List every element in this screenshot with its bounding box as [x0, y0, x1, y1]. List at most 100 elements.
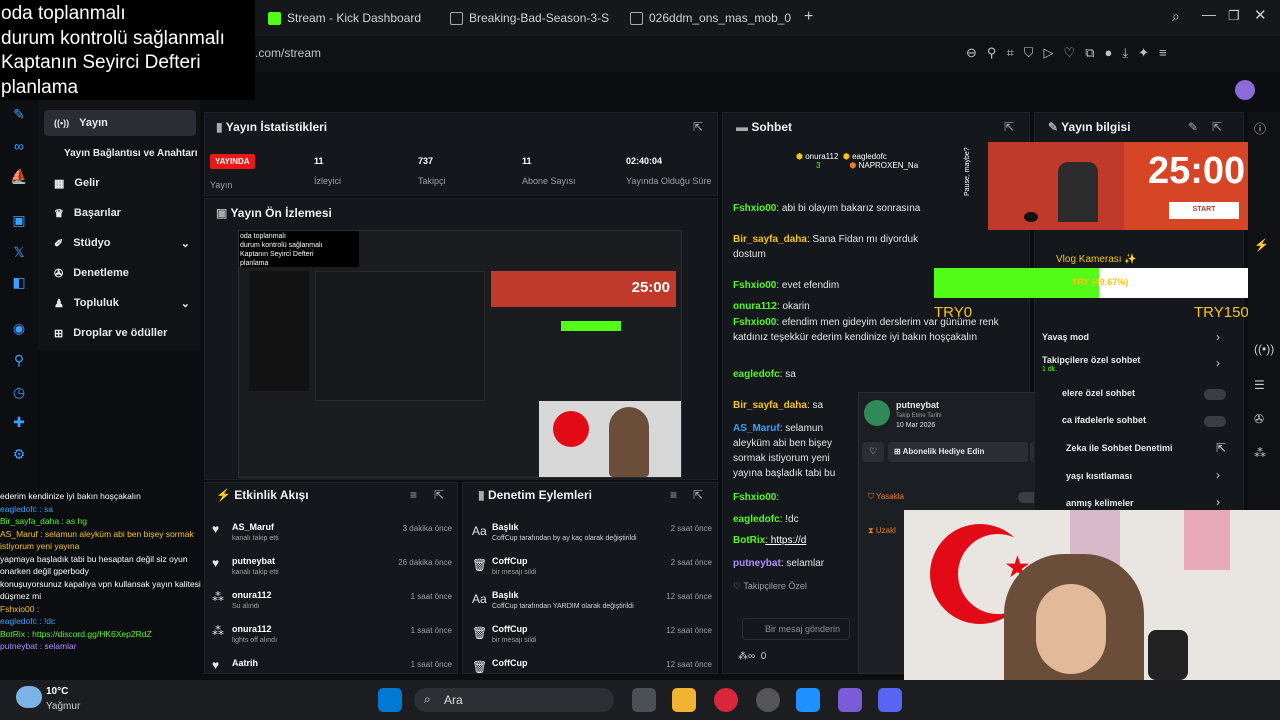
chat-message: Bir_sayfa_daha: Sana Fidan mı diyorduk d… — [733, 234, 919, 260]
timeout-row[interactable]: ⧗ Uzakl — [868, 526, 896, 536]
popout-icon[interactable]: ⇱ — [434, 488, 444, 502]
menu-icon[interactable]: ≡ — [1159, 45, 1167, 61]
glasses-icon[interactable]: ∞ — [10, 138, 28, 156]
wrench-icon[interactable]: ✇ — [1254, 412, 1264, 426]
weather-temp[interactable]: 10°C — [46, 686, 68, 697]
tab-document[interactable]: 026ddm_ons_mas_mob_0 — [630, 8, 791, 28]
users-icon: ♟ — [54, 297, 64, 310]
play-circle-icon[interactable]: ◉ — [10, 320, 28, 338]
setting-ai-moderation[interactable]: Zeka ile Sohbet Denetimi — [1066, 443, 1173, 453]
app-icon[interactable]: ◧ — [10, 274, 28, 292]
address-field[interactable]: .com/stream — [255, 46, 321, 60]
ai-icon[interactable]: ✦ — [1138, 45, 1149, 61]
sidebar-item-moderation[interactable]: ✇ Denetleme — [44, 260, 196, 286]
sidebar-item-connection[interactable]: Yayın Bağlantısı ve Anahtarı — [54, 140, 206, 166]
toggle-subscribers-only[interactable] — [1204, 389, 1226, 400]
heart-icon[interactable]: ♡ — [862, 442, 884, 462]
play-icon[interactable]: ▷ — [1044, 45, 1054, 61]
pen-icon[interactable]: ✎ — [10, 106, 28, 124]
chat-message: Fshxio00: evet efendim — [733, 280, 840, 291]
popout-icon[interactable]: ⇱ — [693, 488, 703, 502]
windows-start-icon[interactable] — [378, 688, 402, 712]
crop-icon[interactable]: ⌗ — [1006, 45, 1013, 61]
chevron-down-icon: ⌄ — [180, 297, 190, 310]
gift-icon: ⊞ — [54, 327, 64, 340]
preview-timer-box: 25:00 — [491, 271, 676, 307]
search-icon[interactable]: ⌕ — [1172, 8, 1180, 25]
setting-age-restriction[interactable]: yaşı kısıtlaması — [1066, 471, 1132, 481]
preview-video[interactable]: oda toplanmalı durum kontrolü sağlanmalı K… — [238, 230, 682, 478]
share-icon[interactable]: ⁂ — [1254, 446, 1266, 460]
sidebar-item-achievements[interactable]: ♛ Başarılar — [44, 200, 196, 226]
heart-icon[interactable]: ♡ — [1064, 45, 1076, 61]
x-icon[interactable]: 𝕏 — [10, 244, 28, 262]
minimize-icon[interactable]: — — [1202, 6, 1216, 22]
pin-icon[interactable]: ⚲ — [987, 45, 997, 61]
popout-icon[interactable]: ⇱ — [1212, 120, 1222, 134]
chat-icon: ▬ — [736, 120, 752, 134]
boat-icon[interactable]: ⛵ — [10, 168, 28, 186]
avatar[interactable] — [1235, 80, 1255, 100]
app-icon[interactable] — [796, 688, 820, 712]
tab-breaking-bad[interactable]: Breaking-Bad-Season-3-S — [450, 8, 609, 28]
chevron-right-icon[interactable]: › — [1216, 468, 1220, 482]
setting-subscribers-only[interactable]: elere özel sohbet — [1062, 388, 1135, 398]
weather-desc[interactable]: Yağmur — [46, 701, 80, 712]
setting-banned-words[interactable]: anmış kelimeler — [1066, 498, 1134, 508]
info-icon[interactable]: ⓘ — [1254, 120, 1266, 137]
bolt-icon[interactable]: ⚡ — [1254, 238, 1269, 252]
chevron-right-icon[interactable]: › — [1216, 356, 1220, 370]
profile-icon[interactable]: ● — [1104, 45, 1112, 61]
puzzle-icon[interactable]: ✚ — [10, 414, 28, 432]
setting-followers-only[interactable]: Takipçilere özel sohbet — [1042, 355, 1140, 365]
shield-icon[interactable]: ⛉ — [1024, 45, 1034, 61]
zoom-icon[interactable]: ⊖ — [966, 45, 977, 61]
start-button[interactable]: START — [1169, 202, 1239, 219]
streamer-figure — [609, 407, 649, 477]
restore-icon[interactable]: ❐ — [1228, 8, 1240, 24]
task-view-icon[interactable] — [632, 688, 656, 712]
extensions-icon[interactable]: ⧉ — [1085, 45, 1094, 61]
broadcast-icon[interactable]: ((•)) — [1254, 342, 1274, 356]
layers-icon[interactable]: ☰ — [1254, 378, 1265, 392]
sidebar-item-drops[interactable]: ⊞ Droplar ve ödüller — [44, 320, 196, 346]
gift-sub-button[interactable]: ⊞ Abonelik Hediye Edin — [888, 442, 1028, 462]
chat-input[interactable]: Bir mesaj gönderin — [742, 618, 850, 640]
filter-icon[interactable]: ≡ — [670, 488, 677, 502]
chevron-right-icon[interactable]: › — [1216, 330, 1220, 344]
ban-row[interactable]: ⛉ Yasakla — [868, 492, 904, 502]
discord-icon[interactable] — [878, 688, 902, 712]
moderation-list: Aa Başlık CoffCup tarafından by ay kaç ola… — [472, 520, 712, 676]
clock-icon[interactable]: ◷ — [10, 384, 28, 402]
tab-kick-dashboard[interactable]: Stream - Kick Dashboard — [268, 8, 421, 28]
sidebar-item-community[interactable]: ♟ Topluluk ⌄ — [44, 290, 196, 316]
chat-message: onura112: okarin — [733, 301, 810, 312]
obs-icon[interactable] — [756, 688, 780, 712]
setting-slow-mode[interactable]: Yavaş mod — [1042, 332, 1089, 342]
pin-icon[interactable]: ⚲ — [10, 352, 28, 370]
file-explorer-icon[interactable] — [672, 688, 696, 712]
popout-icon[interactable]: ⇱ — [693, 120, 703, 134]
gear-icon[interactable]: ⚙ — [10, 446, 28, 464]
weather-icon[interactable] — [16, 686, 42, 708]
twitch-icon[interactable]: ▣ — [10, 212, 28, 230]
popout-icon[interactable]: ⇱ — [1004, 120, 1014, 134]
opera-icon[interactable] — [714, 688, 738, 712]
sidebar-item-studio[interactable]: ✐ Stüdyo ⌄ — [44, 230, 196, 256]
chat-footer: ⁂∞ 0 — [738, 651, 767, 662]
chevron-right-icon[interactable]: › — [1216, 495, 1220, 509]
download-icon[interactable]: ⤓ — [1122, 45, 1128, 61]
sidebar-item-income[interactable]: ▦ Gelir — [44, 170, 196, 196]
close-icon[interactable]: ✕ — [1254, 6, 1267, 24]
taskbar-search[interactable]: Ara — [414, 688, 614, 712]
popout-icon[interactable]: ⇱ — [1216, 441, 1226, 455]
edit-icon[interactable]: ✎ — [1188, 120, 1198, 134]
points-icon: ⁂ — [212, 624, 224, 638]
setting-emote-only[interactable]: ca ifadelerle sohbet — [1062, 415, 1146, 425]
followers-only-label: ♡ Takipçilere Özel — [733, 581, 807, 591]
filter-icon[interactable]: ≡ — [410, 488, 417, 502]
media-player-icon[interactable] — [838, 688, 862, 712]
sidebar-item-stream[interactable]: ((•)) Yayın — [44, 110, 196, 136]
new-tab-button[interactable]: + — [804, 8, 813, 26]
toggle-emote-only[interactable] — [1204, 416, 1226, 427]
